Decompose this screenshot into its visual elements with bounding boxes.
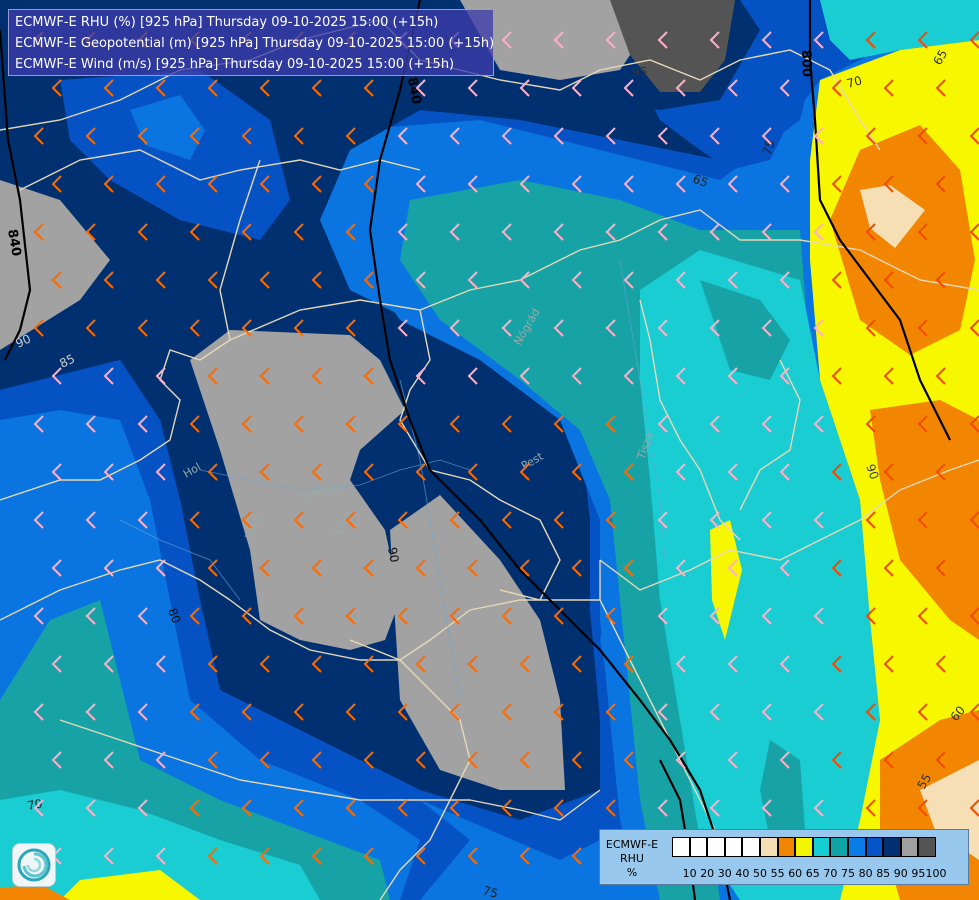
legend-tick-label: 85 [876,867,891,880]
legend-tick-label: 20 [700,867,715,880]
legend-title: ECMWF-E RHU % [604,838,660,880]
legend-swatch [724,837,743,857]
legend-swatch [707,837,725,857]
legend-swatch [865,837,884,857]
legend-variable: RHU [620,852,644,865]
contour-label: 90 [385,546,401,563]
legend-tick-label: 95 [911,867,926,880]
legend-swatch [847,837,866,857]
geopotential-label: 800 [798,50,814,78]
legend-tick-label: 55 [770,867,785,880]
legend-tick-label: 90 [893,867,908,880]
rhu-map[interactable]: 95 65 70 75 65 90 85 80 90 90 60 55 70 7… [0,0,979,900]
title-line-rhu: ECMWF-E RHU (%) [925 hPa] Thursday 09-10… [15,15,439,30]
contour-label: 70 [26,797,43,813]
legend-tick-label: 60 [788,867,803,880]
legend-swatch [830,837,848,857]
legend-tick-label: 100 [925,867,947,880]
legend-tick-label: 65 [805,867,820,880]
legend-swatch [759,837,778,857]
legend-ticks: 10 20 30 40 50 55 60 65 70 75 80 85 90 95 100 [672,867,972,881]
legend-tick-label: 10 [682,867,697,880]
weather-map-view: 95 65 70 75 65 90 85 80 90 90 60 55 70 7… [0,0,979,900]
contour-label: 75 [481,883,499,900]
legend-swatch [812,837,831,857]
rhu-legend: ECMWF-E RHU % 10 20 30 40 50 55 60 65 70 75 80 85 90… [599,829,969,885]
legend-tick-label: 40 [735,867,750,880]
legend-tick-label: 30 [717,867,732,880]
legend-swatch [672,837,690,857]
legend-swatch [900,837,919,857]
legend-swatches [672,837,936,857]
legend-swatch [777,837,796,857]
legend-swatch [742,837,760,857]
legend-tick-label: 50 [753,867,767,880]
legend-tick-label: 75 [841,867,855,880]
legend-swatch [918,837,936,857]
title-line-geopotential: ECMWF-E Geopotential (m) [925 hPa] Thurs… [15,36,495,51]
legend-model: ECMWF-E [605,838,659,851]
legend-swatch [689,837,708,857]
legend-swatch [883,837,901,857]
legend-swatch [795,837,813,857]
map-title-box: ECMWF-E RHU (%) [925 hPa] Thursday 09-10… [8,9,494,76]
legend-unit: % [626,866,638,879]
logo-icon [12,843,56,887]
legend-tick-label: 70 [823,867,838,880]
contour-label: 95 [632,65,647,79]
title-line-wind: ECMWF-E Wind (m/s) [925 hPa] Thursday 09… [15,57,455,72]
legend-tick-label: 80 [858,867,873,880]
